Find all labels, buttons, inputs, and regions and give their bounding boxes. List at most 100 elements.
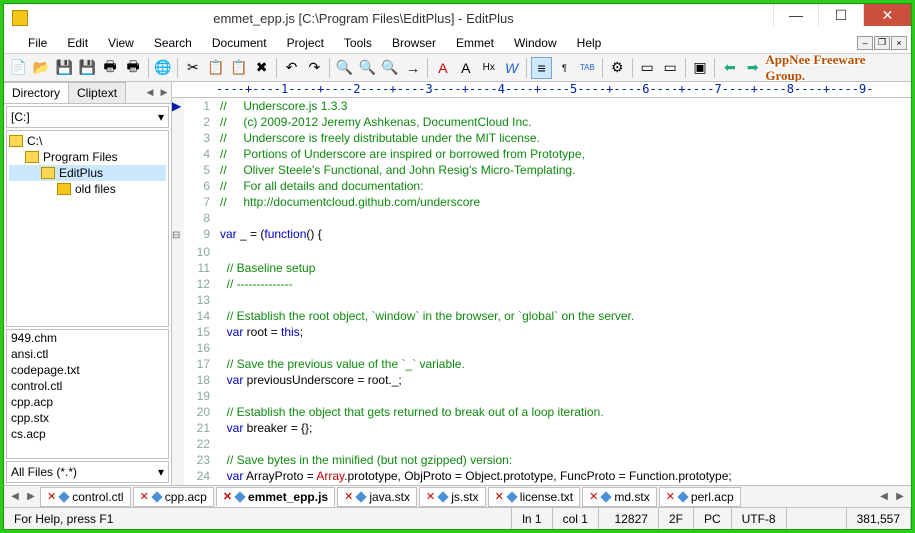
whitespace-button[interactable]: ¶ (554, 57, 575, 79)
tree-item[interactable]: EditPlus (9, 165, 166, 181)
code-line[interactable]: 17 // Save the previous value of the `_`… (172, 356, 732, 372)
file-item[interactable]: 949.chm (7, 330, 168, 346)
close-icon[interactable]: ✕ (426, 490, 435, 503)
code-line[interactable]: 12 // -------------- (172, 276, 732, 292)
titlebar[interactable]: emmet_epp.js [C:\Program Files\EditPlus]… (4, 4, 911, 32)
delete-button[interactable]: ✖ (251, 57, 272, 79)
code-line[interactable]: ⊟9var _ = (function() { (172, 226, 732, 244)
undo-button[interactable]: ↶ (281, 57, 302, 79)
settings-button[interactable]: ⚙ (607, 57, 628, 79)
window-button[interactable]: ▭ (637, 57, 658, 79)
file-item[interactable]: control.ctl (7, 378, 168, 394)
menu-browser[interactable]: Browser (384, 34, 444, 52)
drive-selector[interactable]: [C:] ▾ (6, 106, 169, 128)
doc-tab[interactable]: ✕emmet_epp.js (216, 487, 335, 507)
nav-fwd-button[interactable]: ➡ (742, 57, 763, 79)
tab-directory[interactable]: Directory (4, 82, 69, 103)
code-line[interactable]: 7// http://documentcloud.github.com/unde… (172, 194, 732, 210)
close-icon[interactable]: ✕ (140, 490, 149, 503)
file-list[interactable]: 949.chmansi.ctlcodepage.txtcontrol.ctlcp… (6, 329, 169, 459)
mdi-minimize-button[interactable]: – (857, 36, 873, 50)
menu-project[interactable]: Project (279, 34, 332, 52)
close-button[interactable]: ✕ (863, 4, 911, 26)
save-button[interactable]: 💾 (54, 57, 75, 79)
font-button[interactable]: A (432, 57, 453, 79)
linenum-button[interactable]: ≡ (531, 57, 552, 79)
small-A-button[interactable]: A (455, 57, 476, 79)
save-all-button[interactable]: 💾 (77, 57, 98, 79)
code-line[interactable]: 4// Portions of Underscore are inspired … (172, 146, 732, 162)
doc-prev-button[interactable]: ◀ (8, 491, 22, 502)
doc-tab[interactable]: ✕cpp.acp (133, 487, 214, 507)
find-in-files-button[interactable]: 🔍 (380, 57, 401, 79)
tree-item[interactable]: C:\ (9, 133, 166, 149)
file-item[interactable]: ansi.ctl (7, 346, 168, 362)
code-line[interactable]: 22 (172, 436, 732, 452)
code-line[interactable]: 8 (172, 210, 732, 226)
file-item[interactable]: cpp.stx (7, 410, 168, 426)
code-line[interactable]: 25 (172, 484, 732, 485)
hex-button[interactable]: Hx (478, 57, 499, 79)
code-line[interactable]: 5// Oliver Steele's Functional, and John… (172, 162, 732, 178)
menu-window[interactable]: Window (506, 34, 565, 52)
menu-view[interactable]: View (100, 34, 142, 52)
code-line[interactable]: 19 (172, 388, 732, 404)
menu-search[interactable]: Search (146, 34, 200, 52)
tree-item[interactable]: old files (9, 181, 166, 197)
menu-file[interactable]: File (20, 34, 55, 52)
file-item[interactable]: cpp.acp (7, 394, 168, 410)
doc-next-button[interactable]: ▶ (24, 491, 38, 502)
code-line[interactable]: 18 var previousUnderscore = root._; (172, 372, 732, 388)
code-line[interactable]: 16 (172, 340, 732, 356)
mdi-close-button[interactable]: × (891, 36, 907, 50)
code-line[interactable]: 6// For all details and documentation: (172, 178, 732, 194)
find-button[interactable]: 🔍 (334, 57, 355, 79)
doc-scroll-left[interactable]: ◀ (877, 491, 891, 502)
code-line[interactable]: 2// (c) 2009-2012 Jeremy Ashkenas, Docum… (172, 114, 732, 130)
copy-button[interactable]: 📋 (205, 57, 226, 79)
cut-button[interactable]: ✂ (182, 57, 203, 79)
file-item[interactable]: cs.acp (7, 426, 168, 442)
file-item[interactable]: codepage.txt (7, 362, 168, 378)
open-file-button[interactable]: 📂 (31, 57, 52, 79)
code-line[interactable]: 13 (172, 292, 732, 308)
code-line[interactable]: ▶1// Underscore.js 1.3.3 (172, 98, 732, 114)
doc-tab[interactable]: ✕license.txt (488, 487, 581, 507)
close-icon[interactable]: ✕ (223, 490, 232, 503)
doc-tab[interactable]: ✕java.stx (337, 487, 417, 507)
goto-button[interactable]: → (403, 57, 424, 79)
redo-button[interactable]: ↷ (304, 57, 325, 79)
menu-document[interactable]: Document (204, 34, 275, 52)
close-icon[interactable]: ✕ (47, 490, 56, 503)
terminal-button[interactable]: ▣ (689, 57, 710, 79)
code-line[interactable]: 21 var breaker = {}; (172, 420, 732, 436)
tab-prev-button[interactable]: ◀ (143, 82, 157, 103)
close-icon[interactable]: ✕ (589, 490, 598, 503)
folder-tree[interactable]: C:\Program FilesEditPlusold files (6, 130, 169, 327)
doc-tab[interactable]: ✕perl.acp (659, 487, 741, 507)
window2-button[interactable]: ▭ (660, 57, 681, 79)
minimize-button[interactable]: — (773, 4, 818, 26)
code-line[interactable]: 14 // Establish the root object, `window… (172, 308, 732, 324)
doc-tab[interactable]: ✕js.stx (419, 487, 486, 507)
code-line[interactable]: 23 // Save bytes in the minified (but no… (172, 452, 732, 468)
code-line[interactable]: 15 var root = this; (172, 324, 732, 340)
menu-help[interactable]: Help (569, 34, 610, 52)
code-line[interactable]: 20 // Establish the object that gets ret… (172, 404, 732, 420)
close-icon[interactable]: ✕ (495, 490, 504, 503)
code-line[interactable]: 3// Underscore is freely distributable u… (172, 130, 732, 146)
close-icon[interactable]: ✕ (666, 490, 675, 503)
print-button[interactable]: 🖶 (100, 57, 121, 79)
menu-emmet[interactable]: Emmet (448, 34, 502, 52)
menu-edit[interactable]: Edit (59, 34, 96, 52)
tab-button[interactable]: TAB (577, 57, 598, 79)
print-preview-button[interactable]: 🖶 (123, 57, 144, 79)
code-line[interactable]: 24 var ArrayProto = Array.prototype, Obj… (172, 468, 732, 484)
code-line[interactable]: 10 (172, 244, 732, 260)
replace-button[interactable]: 🔍 (357, 57, 378, 79)
paste-button[interactable]: 📋 (228, 57, 249, 79)
new-file-button[interactable]: 📄 (8, 57, 29, 79)
menu-tools[interactable]: Tools (336, 34, 380, 52)
browser-button[interactable]: 🌐 (152, 57, 173, 79)
close-icon[interactable]: ✕ (344, 490, 353, 503)
